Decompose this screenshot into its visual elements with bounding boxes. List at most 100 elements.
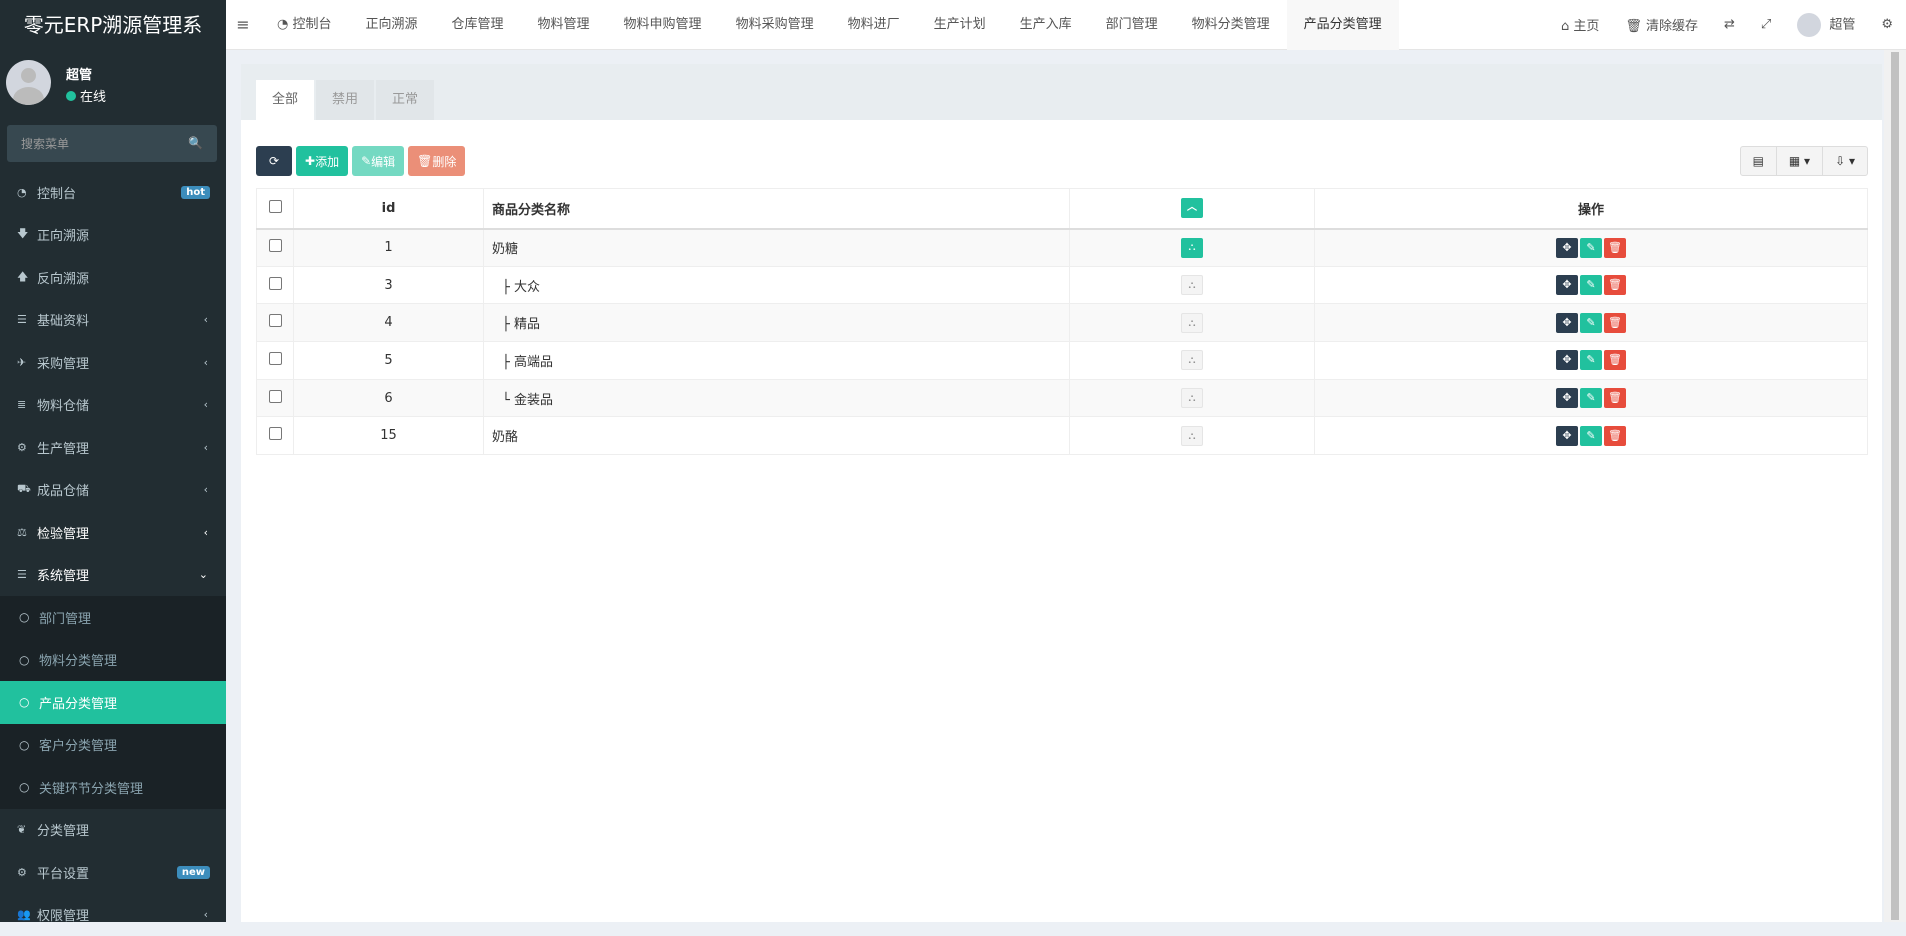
drag-move-icon[interactable]: ✥ (1556, 238, 1578, 258)
table-row[interactable]: 3 ├ 大众 ⛬ ✥✎🗑 (257, 266, 1868, 304)
edit-row-icon[interactable]: ✎ (1580, 388, 1602, 408)
menu-toggle-icon[interactable]: ≡ (226, 15, 260, 34)
tab-material-category[interactable]: 物料分类管理 (1175, 0, 1287, 50)
sidebar-item-category[interactable]: ❦分类管理 (0, 809, 226, 852)
edit-row-icon[interactable]: ✎ (1580, 426, 1602, 446)
status-text: 在线 (80, 90, 106, 105)
tab-disabled[interactable]: 禁用 (316, 80, 374, 120)
sidebar-subitem-product-category[interactable]: ○产品分类管理 (0, 681, 226, 724)
tab-normal[interactable]: 正常 (376, 80, 434, 120)
translate-icon[interactable]: ⇄ (1711, 17, 1748, 32)
sidebar-item-permissions[interactable]: 👥权限管理‹ (0, 894, 226, 936)
row-checkbox[interactable] (269, 314, 282, 327)
select-all-checkbox[interactable] (269, 200, 282, 213)
tab-warehouse[interactable]: 仓库管理 (435, 0, 521, 50)
col-id[interactable]: id (294, 189, 484, 229)
drag-move-icon[interactable]: ✥ (1556, 350, 1578, 370)
search-icon[interactable]: 🔍 (188, 136, 203, 150)
sidebar-item-system[interactable]: ☰系统管理⌄ (0, 554, 226, 597)
sidebar-item-dashboard[interactable]: ◔控制台hot (0, 171, 226, 214)
fullscreen-icon[interactable]: ⤢ (1748, 17, 1784, 32)
row-checkbox[interactable] (269, 352, 282, 365)
cell-expand: ⛬ (1070, 266, 1315, 304)
delete-row-icon[interactable]: 🗑 (1604, 426, 1626, 446)
tab-material-purchase[interactable]: 物料采购管理 (719, 0, 831, 50)
sidebar-subitem-department[interactable]: ○部门管理 (0, 596, 226, 639)
refresh-button[interactable]: ⟳ (256, 146, 292, 176)
label: 成品仓储 (37, 480, 89, 499)
content-panel: 全部 禁用 正常 ⟳ ✚ 添加 ✎编辑 🗑 删除 ▤ ▦ ▾ ⇩ ▾ id 商品… (241, 64, 1882, 922)
toggle-view-icon[interactable]: ▤ (1741, 147, 1777, 175)
delete-row-icon[interactable]: 🗑 (1604, 350, 1626, 370)
sidebar-item-material-storage[interactable]: ≣物料仓储‹ (0, 384, 226, 427)
label: 权限管理 (37, 905, 89, 924)
tab-material-request[interactable]: 物料申购管理 (607, 0, 719, 50)
sidebar-item-platform-settings[interactable]: ⚙平台设置new (0, 851, 226, 894)
delete-row-icon[interactable]: 🗑 (1604, 275, 1626, 295)
tree-sitemap-icon[interactable]: ⛬ (1181, 350, 1203, 370)
edit-row-icon[interactable]: ✎ (1580, 238, 1602, 258)
sidebar-item-forward-trace[interactable]: 🡇正向溯源 (0, 214, 226, 257)
tab-material[interactable]: 物料管理 (521, 0, 607, 50)
edit-row-icon[interactable]: ✎ (1580, 350, 1602, 370)
menu-search-input[interactable] (7, 125, 177, 162)
delete-row-icon[interactable]: 🗑 (1604, 313, 1626, 333)
tab-material-inbound[interactable]: 物料进厂 (831, 0, 917, 50)
drag-move-icon[interactable]: ✥ (1556, 313, 1578, 333)
row-select (257, 417, 294, 455)
delete-row-icon[interactable]: 🗑 (1604, 238, 1626, 258)
trash-icon: 🗑 (1625, 19, 1646, 34)
sidebar-subitem-key-step-category[interactable]: ○关键环节分类管理 (0, 766, 226, 809)
tab-all[interactable]: 全部 (256, 80, 314, 120)
sidebar-item-purchase[interactable]: ✈采购管理‹ (0, 341, 226, 384)
sidebar-item-basic-data[interactable]: ☰基础资料‹ (0, 299, 226, 342)
edit-row-icon[interactable]: ✎ (1580, 275, 1602, 295)
tab-department[interactable]: 部门管理 (1089, 0, 1175, 50)
home-link[interactable]: ⌂ 主页 (1548, 15, 1612, 34)
sidebar-subitem-material-category[interactable]: ○物料分类管理 (0, 639, 226, 682)
drag-move-icon[interactable]: ✥ (1556, 388, 1578, 408)
collapse-all-icon[interactable]: ︿ (1181, 198, 1203, 218)
row-checkbox[interactable] (269, 277, 282, 290)
columns-dropdown-icon[interactable]: ▦ ▾ (1777, 147, 1823, 175)
edit-row-icon[interactable]: ✎ (1580, 313, 1602, 333)
clear-cache-button[interactable]: 🗑 清除缓存 (1612, 15, 1711, 34)
tree-sitemap-icon[interactable]: ⛬ (1181, 313, 1203, 333)
sidebar-item-reverse-trace[interactable]: 🡅反向溯源 (0, 256, 226, 299)
table-row[interactable]: 4 ├ 精品 ⛬ ✥✎🗑 (257, 304, 1868, 342)
delete-button[interactable]: 🗑 删除 (408, 146, 465, 176)
tree-sitemap-icon[interactable]: ⛬ (1181, 238, 1203, 258)
table-row[interactable]: 1 奶糖 ⛬ ✥✎🗑 (257, 229, 1868, 267)
add-button[interactable]: ✚ 添加 (296, 146, 348, 176)
app-logo[interactable]: 零元ERP溯源管理系 (0, 0, 226, 50)
sidebar-item-production[interactable]: ⚙生产管理‹ (0, 426, 226, 469)
user-menu[interactable]: 超管 (1784, 13, 1868, 37)
chevron-left-icon: ‹ (204, 356, 208, 369)
tab-dashboard[interactable]: ◔ 控制台 (260, 0, 349, 50)
tree-sitemap-icon[interactable]: ⛬ (1181, 426, 1203, 446)
tab-product-category[interactable]: 产品分类管理 (1287, 0, 1399, 50)
delete-row-icon[interactable]: 🗑 (1604, 388, 1626, 408)
export-dropdown-icon[interactable]: ⇩ ▾ (1823, 147, 1867, 175)
scrollbar-thumb[interactable] (1891, 52, 1899, 920)
settings-gear-icon[interactable]: ⚙ (1868, 17, 1906, 32)
drag-move-icon[interactable]: ✥ (1556, 275, 1578, 295)
drag-move-icon[interactable]: ✥ (1556, 426, 1578, 446)
scrollbar[interactable] (1884, 50, 1906, 922)
tab-production-plan[interactable]: 生产计划 (917, 0, 1003, 50)
sidebar-subitem-customer-category[interactable]: ○客户分类管理 (0, 724, 226, 767)
sidebar-item-inspection[interactable]: ⚖检验管理‹ (0, 511, 226, 554)
table-row[interactable]: 15 奶酪 ⛬ ✥✎🗑 (257, 417, 1868, 455)
row-checkbox[interactable] (269, 239, 282, 252)
row-checkbox[interactable] (269, 427, 282, 440)
table-row[interactable]: 6 └ 金装品 ⛬ ✥✎🗑 (257, 379, 1868, 417)
tab-forward-trace[interactable]: 正向溯源 (349, 0, 435, 50)
row-checkbox[interactable] (269, 390, 282, 403)
tab-production-stock[interactable]: 生产入库 (1003, 0, 1089, 50)
col-name[interactable]: 商品分类名称 (484, 189, 1070, 229)
sidebar-item-product-storage[interactable]: ⛟成品仓储‹ (0, 469, 226, 512)
edit-button[interactable]: ✎编辑 (352, 146, 404, 176)
tree-sitemap-icon[interactable]: ⛬ (1181, 275, 1203, 295)
tree-sitemap-icon[interactable]: ⛬ (1181, 388, 1203, 408)
table-row[interactable]: 5 ├ 高端品 ⛬ ✥✎🗑 (257, 342, 1868, 380)
